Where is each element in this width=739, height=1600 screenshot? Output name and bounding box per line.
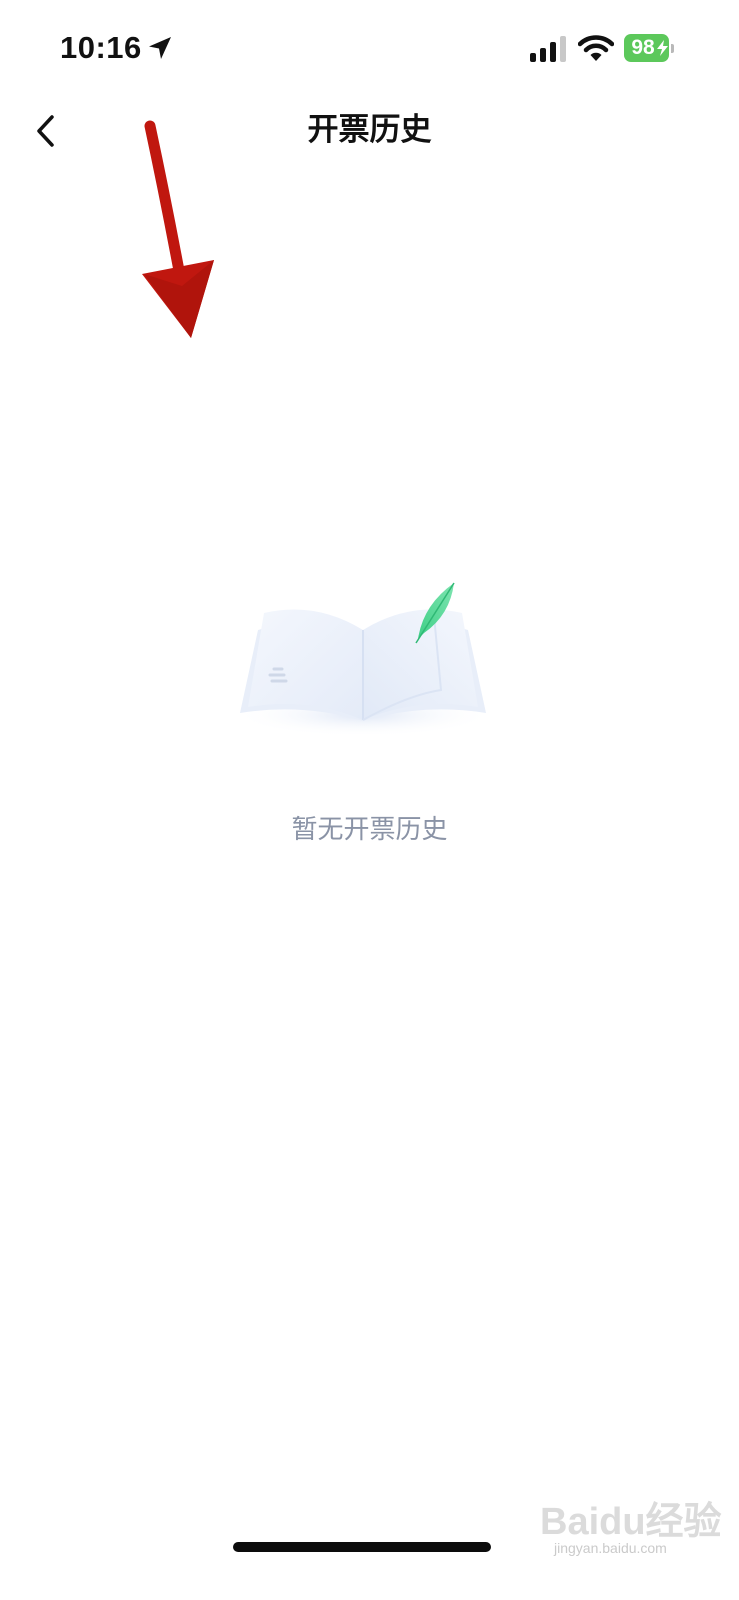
battery-charging-icon: 98 bbox=[624, 34, 674, 62]
page-title: 开票历史 bbox=[307, 112, 432, 148]
cellular-signal-icon bbox=[530, 36, 566, 62]
wifi-icon bbox=[578, 35, 614, 61]
watermark-logo: Baidu经验 bbox=[540, 1501, 722, 1543]
battery-level: 98 bbox=[631, 36, 655, 59]
nav-bar: 开票历史 bbox=[0, 96, 739, 166]
open-book-illustration bbox=[233, 582, 493, 737]
status-bar: 10:16 98 bbox=[0, 0, 739, 96]
battery-cap bbox=[671, 44, 674, 53]
charging-bolt-icon bbox=[657, 40, 668, 56]
status-time: 10:16 bbox=[60, 30, 142, 65]
watermark-url: jingyan.baidu.com bbox=[554, 1540, 667, 1556]
red-arrow-annotation bbox=[142, 120, 214, 338]
watermark: Baidu经验 jingyan.baidu.com bbox=[540, 1490, 722, 1570]
location-arrow-icon bbox=[149, 37, 171, 59]
home-indicator[interactable] bbox=[233, 1542, 491, 1552]
empty-state-message: 暂无开票历史 bbox=[291, 815, 448, 845]
